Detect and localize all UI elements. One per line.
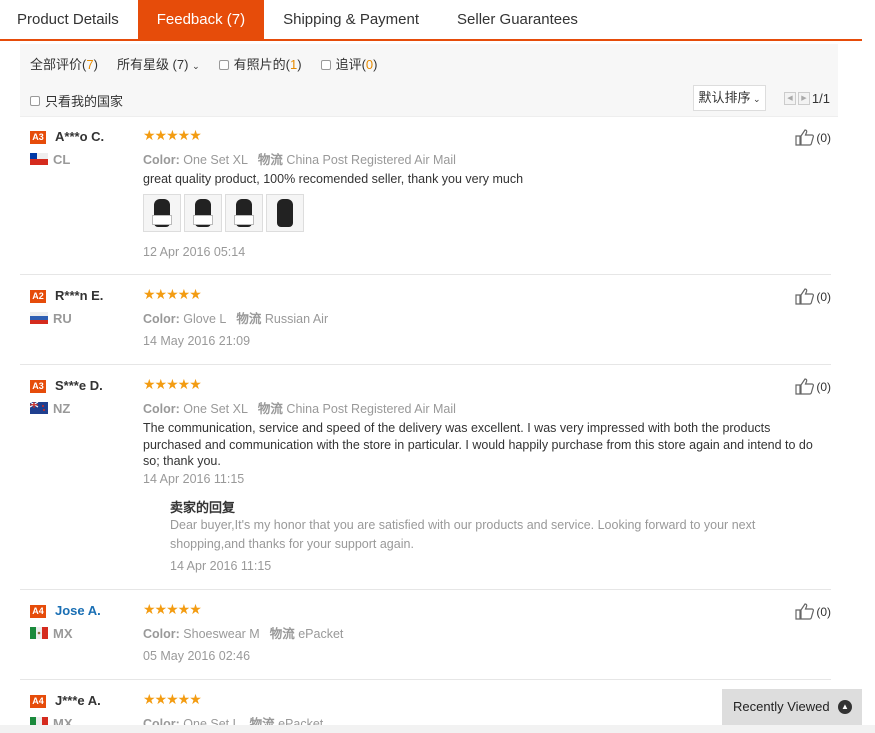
thumbs-up-icon	[795, 603, 815, 620]
star-rating: ★★★★★	[143, 376, 202, 392]
review-text: The communication, service and speed of …	[143, 421, 813, 468]
review-photos	[143, 194, 307, 232]
review-photo[interactable]	[184, 194, 222, 232]
pagination: ◀ ▶ 1/1	[783, 91, 830, 106]
filter-additional[interactable]: 追评(0)	[320, 54, 378, 73]
helpful-button[interactable]: (0)	[795, 378, 831, 395]
filter-rating-dropdown[interactable]: 所有星级 (7) ⌄	[117, 54, 200, 73]
buyer-name: J***e A.	[55, 693, 101, 708]
filter-with-photos[interactable]: 有照片的(1)	[218, 54, 302, 73]
review-item: A2 R***n E. RU ★★★★★ Color: Glove L 物流 Ru…	[20, 276, 831, 365]
star-rating: ★★★★★	[143, 601, 202, 617]
page-bottom-strip	[0, 725, 875, 733]
review-item: A3 A***o C. CL ★★★★★ Color: One Set XL 物流…	[20, 117, 831, 275]
review-text: great quality product, 100% recomended s…	[143, 172, 524, 186]
feedback-filter-bar: 全部评价(7) 所有星级 (7) ⌄ 有照片的(1) 追评(0) 只看我的国家 …	[20, 44, 838, 117]
flag-chile-icon	[30, 153, 48, 165]
photos-checkbox[interactable]	[218, 60, 229, 70]
tab-bar: Product Details Feedback (7) Shipping & …	[0, 0, 862, 41]
buyer-country: CL	[53, 152, 71, 167]
star-rating: ★★★★★	[143, 691, 202, 707]
recently-viewed-button[interactable]: Recently Viewed ▲	[722, 689, 862, 725]
seller-reply-text: Dear buyer,It's my honor that you are sa…	[170, 518, 756, 551]
review-photo[interactable]	[143, 194, 181, 232]
star-rating: ★★★★★	[143, 127, 202, 143]
prev-page-icon[interactable]: ◀	[783, 92, 796, 105]
my-country-checkbox[interactable]	[30, 95, 40, 106]
review-photo[interactable]	[225, 194, 263, 232]
review-photo[interactable]	[266, 194, 304, 232]
buyer-country: NZ	[53, 401, 71, 416]
flag-mexico-icon	[30, 627, 48, 639]
review-date: 14 Apr 2016 11:15	[143, 472, 245, 486]
chevron-down-icon: ⌄	[750, 94, 761, 104]
filter-my-country[interactable]: 只看我的国家	[30, 91, 123, 110]
thumbs-up-icon	[795, 129, 815, 146]
buyer-name: S***e D.	[55, 378, 103, 393]
review-item: A3 S***e D. NZ ★★★★★ Color: One Set XL 物流…	[20, 366, 831, 590]
review-date: 14 May 2016 21:09	[143, 334, 251, 348]
star-rating: ★★★★★	[143, 286, 202, 302]
helpful-button[interactable]: (0)	[795, 288, 831, 305]
order-info: Color: One Set XL 物流 China Post Registere…	[143, 402, 456, 416]
buyer-country: MX	[53, 626, 73, 641]
review-date: 05 May 2016 02:46	[143, 649, 251, 663]
thumbs-up-icon	[795, 288, 815, 305]
buyer-name: A***o C.	[55, 129, 105, 144]
buyer-level-badge: A4	[30, 695, 46, 708]
sort-dropdown[interactable]: 默认排序 ⌄	[693, 85, 766, 111]
filter-all[interactable]: 全部评价(7)	[30, 54, 98, 73]
tab-shipping-payment[interactable]: Shipping & Payment	[264, 0, 438, 39]
flag-new-zealand-icon	[30, 402, 48, 414]
review-date: 12 Apr 2016 05:14	[143, 245, 246, 259]
order-info: Color: Glove L 物流 Russian Air	[143, 312, 329, 326]
helpful-button[interactable]: (0)	[795, 603, 831, 620]
buyer-name: R***n E.	[55, 288, 104, 303]
tab-seller-guarantees[interactable]: Seller Guarantees	[438, 0, 597, 39]
buyer-level-badge: A4	[30, 605, 46, 618]
tab-feedback[interactable]: Feedback (7)	[137, 0, 265, 39]
seller-reply-date: 14 Apr 2016 11:15	[170, 559, 272, 573]
buyer-level-badge: A2	[30, 290, 46, 303]
chevron-down-icon: ⌄	[192, 61, 200, 71]
page-indicator: 1/1	[811, 91, 830, 106]
thumbs-up-icon	[795, 378, 815, 395]
chevron-up-icon: ▲	[838, 700, 852, 714]
seller-reply-title: 卖家的回复	[170, 500, 236, 515]
buyer-level-badge: A3	[30, 131, 46, 144]
buyer-country: RU	[53, 311, 72, 326]
flag-russia-icon	[30, 312, 48, 324]
buyer-name-link[interactable]: Jose A.	[55, 603, 101, 618]
order-info: Color: One Set XL 物流 China Post Registere…	[143, 153, 456, 167]
review-item: A4 Jose A. MX ★★★★★ Color: Shoeswear M 物流…	[20, 591, 831, 680]
order-info: Color: Shoeswear M 物流 ePacket	[143, 627, 344, 641]
tab-product-details[interactable]: Product Details	[0, 0, 138, 39]
additional-checkbox[interactable]	[320, 60, 331, 70]
helpful-button[interactable]: (0)	[795, 129, 831, 146]
buyer-level-badge: A3	[30, 380, 46, 393]
next-page-icon[interactable]: ▶	[797, 92, 810, 105]
